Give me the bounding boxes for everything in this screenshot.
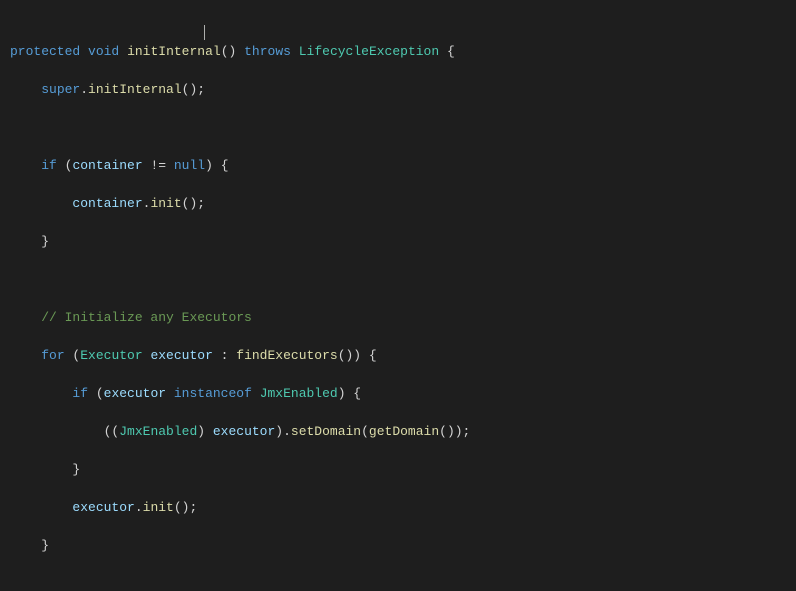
keyword: void — [88, 44, 119, 59]
code-line[interactable]: super.initInternal(); — [10, 80, 786, 99]
punct: ) { — [205, 158, 228, 173]
method-name: setDomain — [291, 424, 361, 439]
punct: . — [80, 82, 88, 97]
keyword: if — [41, 158, 57, 173]
variable: executor — [213, 424, 275, 439]
indent — [10, 538, 41, 553]
method-name: initInternal — [127, 44, 221, 59]
indent — [10, 424, 104, 439]
type: JmxEnabled — [260, 386, 338, 401]
keyword: protected — [10, 44, 80, 59]
punct: } — [41, 538, 49, 553]
method-name: init — [143, 500, 174, 515]
punct: ( — [88, 386, 104, 401]
code-line[interactable]: } — [10, 232, 786, 251]
type: LifecycleException — [299, 44, 439, 59]
code-editor[interactable]: protected void initInternal() throws Lif… — [0, 0, 796, 591]
indent — [10, 234, 41, 249]
indent — [10, 310, 41, 325]
code-line[interactable]: protected void initInternal() throws Lif… — [10, 42, 786, 61]
punct: != — [143, 158, 174, 173]
indent — [10, 500, 72, 515]
variable: container — [72, 158, 142, 173]
indent — [10, 348, 41, 363]
keyword: for — [41, 348, 64, 363]
punct: (); — [182, 82, 205, 97]
punct: ). — [275, 424, 291, 439]
type: JmxEnabled — [119, 424, 197, 439]
punct: () — [221, 44, 237, 59]
punct: (( — [104, 424, 120, 439]
variable: executor — [143, 348, 213, 363]
variable: executor — [72, 500, 134, 515]
punct: } — [41, 234, 49, 249]
code-line[interactable]: if (executor instanceof JmxEnabled) { — [10, 384, 786, 403]
punct: (); — [174, 500, 197, 515]
comment: // Initialize any Executors — [41, 310, 252, 325]
keyword: throws — [244, 44, 291, 59]
code-line[interactable]: } — [10, 536, 786, 555]
keyword: super — [41, 82, 80, 97]
code-line[interactable]: container.init(); — [10, 194, 786, 213]
code-line[interactable]: for (Executor executor : findExecutors()… — [10, 346, 786, 365]
punct: ) { — [338, 386, 361, 401]
punct: ) — [197, 424, 213, 439]
punct: (); — [182, 196, 205, 211]
punct: } — [72, 462, 80, 477]
indent — [10, 386, 72, 401]
keyword: null — [174, 158, 205, 173]
code-line[interactable] — [10, 118, 786, 137]
method-name: findExecutors — [236, 348, 337, 363]
punct: ( — [361, 424, 369, 439]
method-name: getDomain — [369, 424, 439, 439]
indent — [10, 196, 72, 211]
variable: executor — [104, 386, 166, 401]
indent — [10, 158, 41, 173]
variable: container — [72, 196, 142, 211]
punct: ()); — [439, 424, 470, 439]
punct: ()) { — [338, 348, 377, 363]
type: Executor — [80, 348, 142, 363]
punct: . — [135, 500, 143, 515]
code-line[interactable]: executor.init(); — [10, 498, 786, 517]
code-line[interactable]: ((JmxEnabled) executor).setDomain(getDom… — [10, 422, 786, 441]
code-line[interactable]: } — [10, 460, 786, 479]
code-line[interactable]: // Initialize any Executors — [10, 308, 786, 327]
punct: : — [213, 348, 236, 363]
code-line[interactable] — [10, 574, 786, 591]
code-line[interactable]: if (container != null) { — [10, 156, 786, 175]
text-cursor — [204, 25, 205, 40]
indent — [10, 82, 41, 97]
keyword: instanceof — [166, 386, 260, 401]
punct: { — [439, 44, 455, 59]
punct: ( — [57, 158, 73, 173]
punct: ( — [65, 348, 81, 363]
code-line[interactable] — [10, 270, 786, 289]
method-name: initInternal — [88, 82, 182, 97]
method-name: init — [150, 196, 181, 211]
indent — [10, 462, 72, 477]
keyword: if — [72, 386, 88, 401]
